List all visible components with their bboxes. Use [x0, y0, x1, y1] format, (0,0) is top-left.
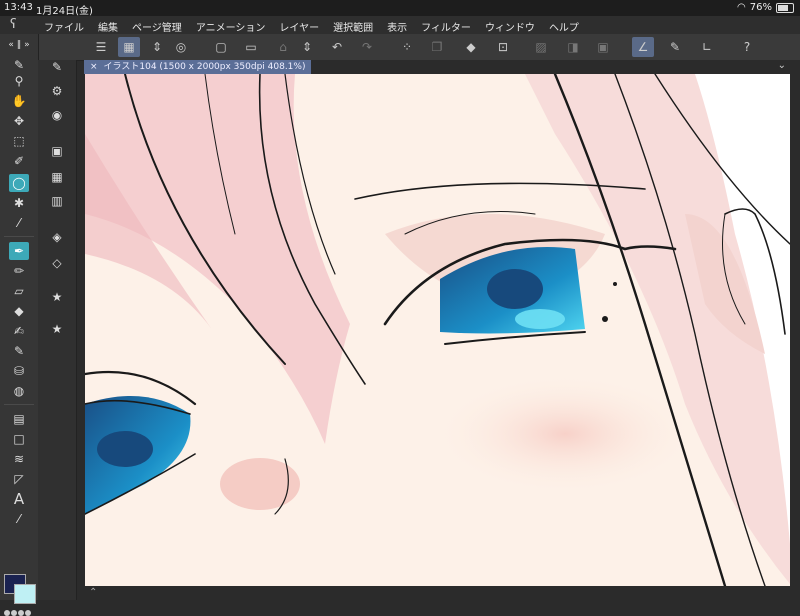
chevron-up-icon[interactable]: ⌃ — [89, 587, 97, 598]
command-bar: ☰ ▦ ⇕ ◎ ▢ ▭ ⌂ ⇕ ↶ ↷ ⁘ ❐ ◆ ⊡ ▨ ◨ ▣ ∠ ✎ ∟ … — [0, 34, 800, 61]
open-folder-icon[interactable]: ▭ — [240, 37, 262, 57]
airbrush-icon[interactable]: ⛁ — [9, 362, 29, 380]
help-icon[interactable]: ? — [736, 37, 758, 57]
menu-edit[interactable]: 編集 — [98, 19, 118, 34]
hamburger-icon[interactable]: ☰ — [90, 37, 112, 57]
eyedropper-icon[interactable]: ⁄ — [9, 214, 29, 232]
snap-grid-icon[interactable]: ▣ — [592, 37, 614, 57]
sub-tool-settings-icon[interactable]: ✎ — [47, 58, 67, 76]
wand-icon[interactable]: ✱ — [9, 194, 29, 212]
menu-page[interactable]: ページ管理 — [132, 19, 182, 34]
status-time: 13:43 — [4, 2, 33, 13]
color-mode-dots[interactable] — [4, 610, 36, 616]
chevron-updown-icon[interactable]: ⇕ — [146, 37, 168, 57]
lasso-icon[interactable]: ◯ — [9, 174, 29, 192]
hand-icon[interactable]: ✋ — [9, 92, 29, 110]
ruler-icon[interactable]: ◸ — [9, 470, 29, 488]
sub-tool-detail-icon[interactable]: ⚙ — [47, 82, 67, 100]
material-icon[interactable]: ★ — [47, 288, 67, 306]
system-status-bar: 13:43 1月24日(金) ◠ 76% — [0, 0, 800, 17]
menu-help[interactable]: ヘルプ — [549, 19, 579, 34]
save-icon[interactable]: ⌂ — [272, 37, 294, 57]
wifi-icon: ◠ — [737, 2, 746, 13]
fill-icon[interactable]: ◆ — [460, 37, 482, 57]
color-wheel-icon[interactable]: ▣ — [47, 142, 67, 160]
snap-off-icon[interactable]: ▨ — [530, 37, 552, 57]
sub-tool-palette: ✎ ⚙ ◉ ▣ ▦ ▥ ◈ ◇ ★ ★ — [38, 60, 77, 600]
shape-icon[interactable]: □ — [9, 430, 29, 448]
chevron-updown-icon-2[interactable]: ⇕ — [296, 37, 318, 57]
snap-line-icon[interactable]: ∠ — [632, 37, 654, 57]
color-set-icon[interactable]: ▦ — [47, 168, 67, 186]
fill-bucket-icon[interactable]: ◆ — [9, 302, 29, 320]
close-icon[interactable]: × — [90, 62, 98, 72]
text-icon[interactable]: A — [9, 490, 29, 508]
line-icon[interactable]: ⁄ — [9, 510, 29, 528]
deselect-icon[interactable]: ⁘ — [396, 37, 418, 57]
status-right: ◠ 76% — [737, 2, 794, 13]
snap-ruler-icon[interactable]: ◨ — [562, 37, 584, 57]
blend-icon[interactable]: ◍ — [9, 382, 29, 400]
document-tab-bar: × イラスト104 (1500 x 2000px 350dpi 408.1%) ⌄ — [84, 60, 800, 74]
sub-color-swatch[interactable] — [14, 584, 36, 604]
collapse-icon[interactable]: « ‖ » — [4, 36, 34, 54]
vertical-scroll-area[interactable] — [790, 74, 800, 586]
menu-file[interactable]: ファイル — [44, 19, 84, 34]
app-logo-icon[interactable]: ʕ — [10, 17, 26, 33]
undo-icon[interactable]: ↶ — [326, 37, 348, 57]
copy-icon[interactable]: ❐ — [426, 37, 448, 57]
menu-window[interactable]: ウィンドウ — [485, 19, 535, 34]
pen-select-icon[interactable]: ✐ — [9, 152, 29, 170]
sub-tool-brush-icon[interactable]: ◉ — [47, 106, 67, 124]
move-icon[interactable]: ✥ — [9, 112, 29, 130]
tool-palette: « ‖ » ✎ ⚲ ✋ ✥ ⬚ ✐ ◯ ✱ ⁄ ✒ ✏ ▱ ◆ ✍ ✎ ⛁ ◍ … — [0, 34, 39, 616]
layer-select-icon[interactable]: ▦ — [118, 37, 140, 57]
color-history-icon[interactable]: ▥ — [47, 192, 67, 210]
battery-icon — [776, 3, 794, 13]
status-date: 1月24日(金) — [36, 6, 93, 17]
menu-filter[interactable]: フィルター — [421, 19, 471, 34]
divider — [4, 404, 34, 405]
eraser-icon[interactable]: ▱ — [9, 282, 29, 300]
reference-icon[interactable]: ◎ — [170, 37, 192, 57]
decoration-icon[interactable]: ✎ — [9, 342, 29, 360]
brush-icon[interactable]: ✍ — [9, 322, 29, 340]
document-tab[interactable]: × イラスト104 (1500 x 2000px 350dpi 408.1%) — [84, 60, 312, 74]
menu-view[interactable]: 表示 — [387, 19, 407, 34]
battery-percent: 76% — [749, 2, 772, 13]
menu-selection[interactable]: 選択範囲 — [333, 19, 373, 34]
bottom-bar: ⌃ — [85, 586, 800, 600]
layer-property-icon[interactable]: ◈ — [47, 228, 67, 246]
divider — [4, 236, 34, 237]
brush-snap-icon[interactable]: ✎ — [664, 37, 686, 57]
menu-layer[interactable]: レイヤー — [279, 19, 319, 34]
ruler-snap-icon[interactable]: ∟ — [696, 37, 718, 57]
material-icon-2[interactable]: ★ — [47, 320, 67, 338]
new-file-icon[interactable]: ▢ — [210, 37, 232, 57]
chevron-down-icon[interactable]: ⌄ — [778, 60, 786, 71]
pencil-icon[interactable]: ✏ — [9, 262, 29, 280]
transform-icon[interactable]: ⊡ — [492, 37, 514, 57]
main-menu: ファイル 編集 ページ管理 アニメーション レイヤー 選択範囲 表示 フィルター… — [44, 19, 579, 34]
gradient-icon[interactable]: ▤ — [9, 410, 29, 428]
layer-stack-icon[interactable]: ≋ — [9, 450, 29, 468]
zoom-icon[interactable]: ⚲ — [9, 72, 29, 90]
layers-icon[interactable]: ◇ — [47, 254, 67, 272]
artwork — [85, 74, 790, 586]
document-tab-title: イラスト104 (1500 x 2000px 350dpi 408.1%) — [103, 62, 306, 72]
pen-icon[interactable]: ✒ — [9, 242, 29, 260]
redo-icon[interactable]: ↷ — [356, 37, 378, 57]
menu-animation[interactable]: アニメーション — [196, 19, 266, 34]
menu-bar: ʕ ファイル 編集 ページ管理 アニメーション レイヤー 選択範囲 表示 フィル… — [0, 16, 800, 34]
object-select-icon[interactable]: ⬚ — [9, 132, 29, 150]
drawing-canvas[interactable] — [85, 74, 790, 586]
